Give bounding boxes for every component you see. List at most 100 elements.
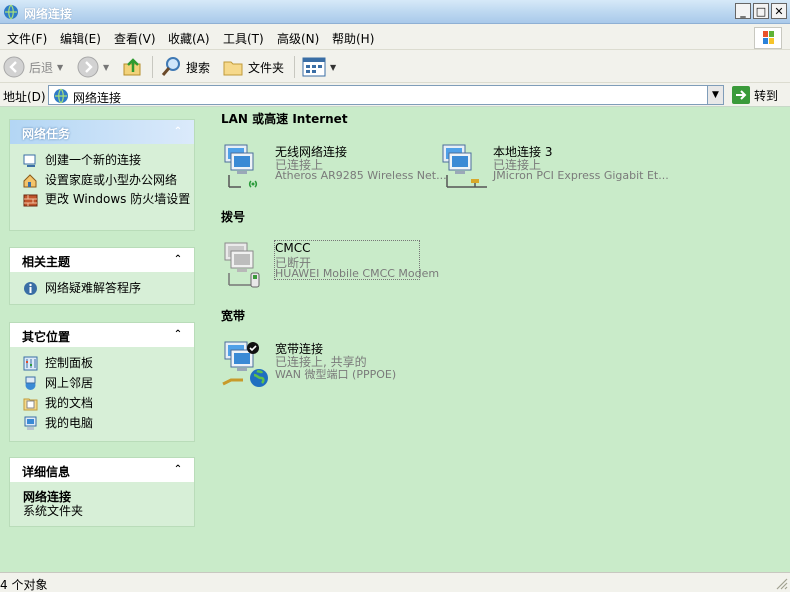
info-icon [24, 282, 37, 295]
menu-favorites[interactable]: 收藏(A) [168, 30, 210, 47]
menu-view[interactable]: 查看(V) [114, 30, 156, 47]
back-arrow-icon [3, 56, 25, 78]
details-panel: 详细信息 ⌃ 网络连接 系统文件夹 [9, 457, 195, 527]
place-label: 网上邻居 [45, 376, 94, 390]
forward-button[interactable]: ▼ [77, 56, 109, 78]
collapse-chevron-icon[interactable]: ⌃ [171, 463, 185, 477]
connection-broadband[interactable]: 宽带连接 已连接上, 共享的 WAN 微型端口 (PPPOE) [221, 340, 441, 388]
connection-device: HUAWEI Mobile CMCC Modem [275, 267, 440, 280]
menu-bar: 文件(F) 编辑(E) 查看(V) 收藏(A) 工具(T) 高级(N) 帮助(H… [0, 24, 790, 50]
address-dropdown-button[interactable]: ▼ [707, 86, 723, 104]
task-label: 更改 Windows 防火墙设置 [45, 192, 191, 206]
content-area: 网络任务 ⌃ 创建一个新的连接 设置家庭或小型办公网络 更改 Windows 防… [0, 107, 790, 572]
views-button[interactable]: ▼ [302, 56, 336, 78]
task-label: 设置家庭或小型办公网络 [45, 173, 178, 187]
task-home-network[interactable]: 设置家庭或小型办公网络 [10, 170, 194, 190]
other-places-panel: 其它位置 ⌃ 控制面板 网上邻居 我的文档 我的电脑 [9, 322, 195, 442]
network-tasks-panel: 网络任务 ⌃ 创建一个新的连接 设置家庭或小型办公网络 更改 Windows 防… [9, 119, 195, 231]
title-bar: 网络连接 _ □ ✕ [0, 0, 790, 24]
place-label: 我的电脑 [45, 416, 94, 430]
connection-cmcc[interactable]: CMCC 已断开 HUAWEI Mobile CMCC Modem [221, 240, 441, 289]
back-dropdown-icon: ▼ [57, 62, 64, 72]
menu-help[interactable]: 帮助(H) [332, 30, 374, 47]
views-dropdown-icon: ▼ [330, 62, 337, 72]
back-button[interactable]: 后退 ▼ [3, 56, 63, 78]
status-text: 4 个对象 [0, 578, 48, 592]
back-label: 后退 [29, 60, 54, 75]
place-my-documents[interactable]: 我的文档 [10, 393, 194, 413]
section-broadband-title: 宽带 [221, 309, 246, 323]
firewall-icon [23, 194, 38, 207]
menu-advanced[interactable]: 高级(N) [277, 30, 319, 47]
new-connection-icon [23, 154, 36, 167]
folders-button[interactable]: 文件夹 [222, 56, 284, 78]
section-dialup-title: 拨号 [221, 210, 246, 224]
up-folder-button[interactable] [122, 56, 144, 78]
toolbar: 后退 ▼ ▼ 搜索 文件夹 ▼ [0, 50, 790, 83]
status-bar: 4 个对象 [0, 572, 790, 592]
search-icon [161, 57, 180, 76]
connection-local-3[interactable]: 本地连接 3 已连接上 JMicron PCI Express Gigabit … [439, 143, 669, 191]
details-title: 详细信息 [22, 465, 71, 479]
task-label: 创建一个新的连接 [45, 153, 142, 167]
menu-tools[interactable]: 工具(T) [223, 30, 264, 47]
views-icon [302, 57, 326, 77]
up-folder-icon [123, 58, 141, 76]
network-tasks-header[interactable]: 网络任务 ⌃ [10, 120, 194, 144]
related-topics-panel: 相关主题 ⌃ 网络疑难解答程序 [9, 247, 195, 305]
connection-device: Atheros AR9285 Wireless Net... [275, 169, 447, 182]
network-tasks-title: 网络任务 [22, 127, 71, 141]
connection-wireless[interactable]: 无线网络连接 已连接上 Atheros AR9285 Wireless Net.… [221, 143, 447, 191]
address-value: 网络连接 [73, 91, 122, 105]
home-network-icon [23, 174, 37, 188]
section-lan-title: LAN 或高速 Internet [221, 112, 348, 126]
control-panel-icon [23, 356, 38, 371]
address-bar: 地址(D) 网络连接 ▼ 转到 [0, 83, 790, 107]
folders-label: 文件夹 [248, 60, 285, 75]
place-control-panel[interactable]: 控制面板 [10, 353, 194, 373]
broadband-connection-icon [222, 341, 268, 387]
place-label: 我的文档 [45, 396, 94, 410]
address-label: 地址(D) [3, 90, 46, 104]
details-header[interactable]: 详细信息 ⌃ [10, 458, 194, 482]
my-computer-icon [24, 416, 37, 430]
address-input[interactable]: 网络连接 ▼ [48, 85, 724, 105]
menu-edit[interactable]: 编辑(E) [60, 30, 101, 47]
related-topics-title: 相关主题 [22, 255, 71, 269]
maximize-button[interactable]: □ [753, 3, 769, 19]
go-label: 转到 [754, 88, 779, 103]
place-label: 控制面板 [45, 356, 94, 370]
details-type: 系统文件夹 [23, 504, 84, 518]
wireless-connection-icon [224, 144, 258, 188]
resize-grip-icon[interactable] [774, 576, 788, 590]
task-create-connection[interactable]: 创建一个新的连接 [10, 150, 194, 170]
details-name: 网络连接 [23, 490, 72, 504]
windows-logo-icon [754, 27, 782, 49]
search-label: 搜索 [186, 60, 211, 75]
forward-arrow-icon [77, 56, 99, 78]
collapse-chevron-icon[interactable]: ⌃ [171, 328, 185, 342]
folder-icon [223, 61, 243, 76]
collapse-chevron-icon[interactable]: ⌃ [171, 253, 185, 267]
go-button[interactable]: 转到 [732, 86, 778, 104]
menu-file[interactable]: 文件(F) [7, 30, 47, 47]
collapse-chevron-icon[interactable]: ⌃ [171, 125, 185, 139]
minimize-button[interactable]: _ [735, 3, 751, 19]
place-my-computer[interactable]: 我的电脑 [10, 413, 194, 433]
window-title: 网络连接 [24, 7, 73, 21]
task-label: 网络疑难解答程序 [45, 281, 142, 295]
network-neighborhood-icon [25, 376, 36, 390]
connection-device: WAN 微型端口 (PPPOE) [275, 368, 397, 381]
task-network-troubleshooter[interactable]: 网络疑难解答程序 [10, 278, 194, 298]
local-area-connection-icon [442, 144, 487, 188]
connection-name: CMCC [275, 241, 311, 255]
task-firewall-settings[interactable]: 更改 Windows 防火墙设置 [10, 190, 194, 222]
place-network-neighborhood[interactable]: 网上邻居 [10, 373, 194, 393]
related-topics-header[interactable]: 相关主题 ⌃ [10, 248, 194, 272]
search-button[interactable]: 搜索 [160, 56, 210, 78]
dialup-connection-icon [224, 242, 260, 288]
network-connections-icon [4, 4, 18, 20]
other-places-header[interactable]: 其它位置 ⌃ [10, 323, 194, 347]
close-button[interactable]: ✕ [771, 3, 787, 19]
other-places-title: 其它位置 [22, 330, 71, 344]
